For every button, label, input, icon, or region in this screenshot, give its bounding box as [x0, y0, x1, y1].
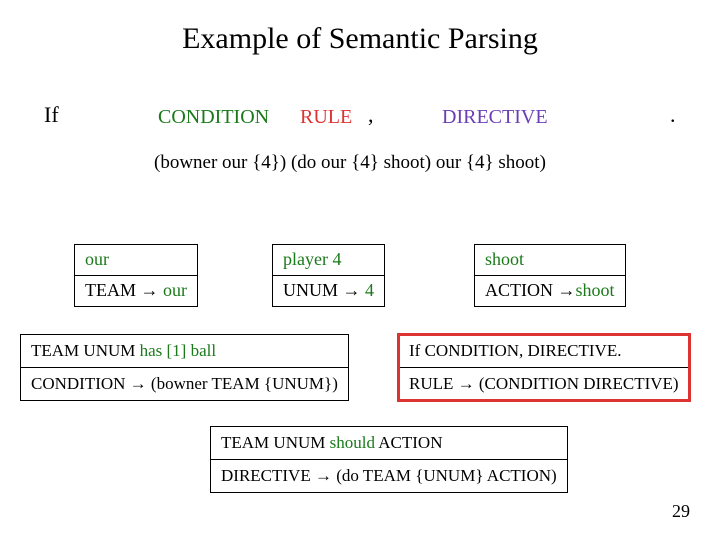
- pair-top: If CONDITION, DIRECTIVE.: [399, 335, 690, 368]
- if-token: If: [44, 102, 59, 128]
- triple-bot: TEAM → our: [75, 276, 198, 307]
- pair-top: TEAM UNUM has [1] ball: [21, 335, 349, 368]
- triple-top: our: [85, 249, 109, 269]
- pair-top: TEAM UNUM should ACTION: [211, 427, 568, 460]
- slide-title: Example of Semantic Parsing: [0, 0, 720, 56]
- rule-token: RULE: [300, 106, 352, 129]
- pair-bot: RULE → (CONDITION DIRECTIVE): [399, 368, 690, 401]
- triple-bot: UNUM → 4: [273, 276, 385, 307]
- directive-token: DIRECTIVE: [442, 106, 548, 129]
- comma-token: ,: [368, 102, 374, 128]
- triple-player4: player 4 UNUM → 4: [272, 244, 385, 307]
- period-token: .: [670, 102, 676, 128]
- pair-bot: CONDITION → (bowner TEAM {UNUM}): [21, 368, 349, 401]
- pair-bot: DIRECTIVE → (do TEAM {UNUM} ACTION): [211, 460, 568, 493]
- pair-rule: If CONDITION, DIRECTIVE. RULE → (CONDITI…: [398, 334, 690, 401]
- triple-bot: ACTION →shoot: [475, 276, 626, 307]
- triple-our: our TEAM → our: [74, 244, 198, 307]
- parse-expression: (bowner our {4}) (do our {4} shoot) our …: [154, 152, 546, 174]
- triple-shoot: shoot ACTION →shoot: [474, 244, 626, 307]
- pair-condition: TEAM UNUM has [1] ball CONDITION → (bown…: [20, 334, 349, 401]
- pair-directive: TEAM UNUM should ACTION DIRECTIVE → (do …: [210, 426, 568, 493]
- triple-top: shoot: [485, 249, 524, 269]
- triple-top: player 4: [283, 249, 341, 269]
- slide-number: 29: [672, 501, 690, 522]
- condition-token: CONDITION: [158, 106, 269, 129]
